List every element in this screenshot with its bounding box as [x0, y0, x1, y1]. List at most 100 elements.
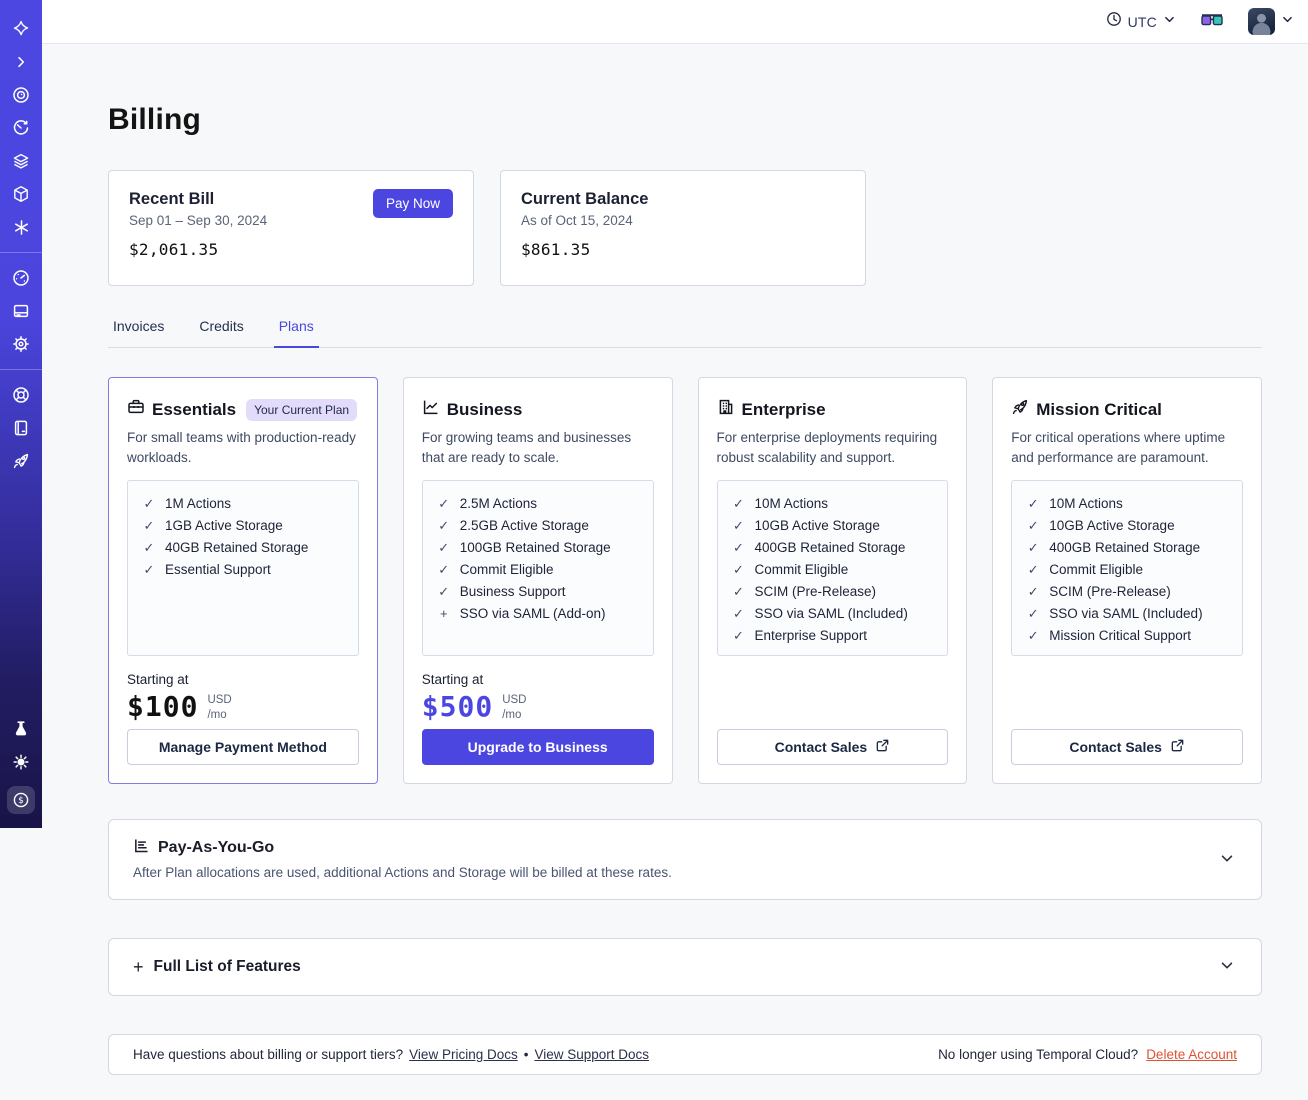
plan-name: Mission Critical	[1036, 399, 1162, 419]
check-icon: ✓	[1027, 518, 1039, 534]
contact-sales-button[interactable]: Contact Sales	[1011, 729, 1243, 765]
feature-text: SCIM (Pre-Release)	[754, 584, 877, 600]
feature-item: ✓ 2.5GB Active Storage	[437, 518, 639, 534]
check-icon: ✓	[733, 540, 744, 556]
plan-currency: USD	[502, 694, 527, 707]
feature-item: ✓ 10GB Active Storage	[1026, 518, 1228, 534]
feature-text: SSO via SAML (Included)	[754, 606, 908, 622]
nexus-asterisk-icon[interactable]	[12, 218, 30, 236]
getting-started-rocket-icon[interactable]	[12, 452, 30, 470]
feature-text: SSO via SAML (Add-on)	[459, 606, 606, 622]
plus-icon: +	[439, 606, 448, 622]
temporal-logo-icon[interactable]	[12, 20, 30, 38]
check-icon: ✓	[143, 562, 155, 578]
timezone-selector[interactable]: UTC	[1106, 11, 1176, 32]
bar-chart-horizontal-icon	[133, 837, 150, 859]
tab-credits[interactable]: Credits	[194, 312, 248, 347]
check-icon: ✓	[438, 584, 450, 600]
external-link-icon	[875, 738, 890, 756]
support-lifering-icon[interactable]	[12, 386, 30, 404]
feature-text: Commit Eligible	[459, 562, 554, 578]
rocket-icon	[1011, 398, 1029, 421]
full-features-title: Full List of Features	[153, 958, 301, 975]
check-icon: ✓	[438, 562, 450, 578]
plan-description: For small teams with production-ready wo…	[127, 430, 356, 465]
plan-card-essentials: Essentials Your Current Plan For small t…	[108, 377, 378, 784]
user-menu[interactable]	[1248, 8, 1294, 35]
feature-text: 1GB Active Storage	[165, 518, 283, 534]
footer-question: Have questions about billing or support …	[133, 1047, 404, 1062]
view-support-docs-link[interactable]: View Support Docs	[534, 1047, 649, 1062]
pay-now-button[interactable]: Pay Now	[372, 189, 453, 218]
plans-row: Essentials Your Current Plan For small t…	[108, 377, 1262, 784]
feature-text: 100GB Retained Storage	[459, 540, 611, 556]
plan-name: Enterprise	[741, 399, 826, 419]
feature-item: ✓ Essential Support	[142, 562, 344, 578]
feature-list: ✓ 10M Actions ✓ 10GB Active Storage ✓ 400GB R…	[732, 496, 934, 644]
feature-item: ✓ Commit Eligible	[1026, 562, 1228, 578]
labs-flask-icon[interactable]	[12, 720, 30, 738]
feature-item: ✓ SSO via SAML (Included)	[732, 606, 934, 622]
check-icon: ✓	[438, 496, 450, 512]
settings-gear-icon[interactable]	[12, 335, 30, 353]
footer-panel: Have questions about billing or support …	[108, 1034, 1262, 1075]
chevron-right-icon[interactable]	[12, 53, 30, 71]
contact-sales-label: Contact Sales	[774, 739, 868, 755]
tab-plans[interactable]: Plans	[273, 312, 319, 348]
feature-text: 400GB Retained Storage	[1049, 540, 1201, 556]
plan-name: Essentials	[152, 399, 237, 419]
view-pricing-docs-link[interactable]: View Pricing Docs	[409, 1047, 518, 1062]
layers-icon[interactable]	[12, 152, 30, 170]
feature-item: ✓ 2.5M Actions	[437, 496, 639, 512]
feature-text: 2.5GB Active Storage	[459, 518, 589, 534]
delete-question: No longer using Temporal Cloud?	[938, 1047, 1139, 1062]
delete-account-link[interactable]: Delete Account	[1146, 1047, 1237, 1062]
sidebar-divider	[0, 369, 42, 370]
manage-payment-method-button[interactable]: Manage Payment Method	[127, 729, 359, 765]
feature-item: ✓ Commit Eligible	[437, 562, 639, 578]
payg-description: After Plan allocations are used, additio…	[133, 865, 672, 880]
upgrade-to-business-button[interactable]: Upgrade to Business	[421, 729, 654, 765]
chevron-down-icon	[1281, 13, 1294, 31]
tab-invoices[interactable]: Invoices	[108, 312, 169, 347]
separator-bullet: •	[523, 1047, 529, 1062]
feature-item: ✓ 40GB Retained Storage	[142, 540, 344, 556]
docs-book-icon[interactable]	[12, 419, 30, 437]
theme-sun-icon[interactable]	[12, 753, 30, 771]
feature-item: ✓ 1GB Active Storage	[142, 518, 344, 534]
feature-item: ✓ Business Support	[437, 584, 639, 600]
expand-payg-button[interactable]	[1215, 846, 1239, 873]
plan-period: /mo	[502, 709, 522, 722]
expand-features-button[interactable]	[1215, 954, 1239, 981]
cube-icon[interactable]	[12, 185, 30, 203]
feature-item: ✓ 10M Actions	[1026, 496, 1228, 512]
page-title: Billing	[108, 103, 202, 136]
feature-text: 1M Actions	[165, 496, 232, 512]
check-icon: ✓	[1027, 628, 1039, 644]
main-content: Billing Recent Bill Sep 01 – Sep 30, 202…	[42, 45, 1308, 1075]
feature-list: ✓ 2.5M Actions ✓ 2.5GB Active Storage ✓ 100GB…	[437, 496, 639, 622]
building-icon	[717, 398, 735, 421]
feature-item: ✓ 100GB Retained Storage	[437, 540, 639, 556]
timezone-label: UTC	[1127, 13, 1157, 30]
billing-panel-icon[interactable]	[12, 302, 30, 320]
payg-title: Pay-As-You-Go	[158, 839, 275, 856]
current-balance-title: Current Balance	[521, 190, 649, 208]
recent-bill-amount: $2,061.35	[129, 240, 219, 259]
usage-gauge-icon[interactable]	[12, 269, 30, 287]
toolbox-icon	[127, 398, 145, 421]
plan-currency: USD	[207, 694, 232, 707]
current-plan-badge: Your Current Plan	[246, 398, 358, 421]
feature-item: ✓ 10GB Active Storage	[732, 518, 934, 534]
feature-item: ✓ SSO via SAML (Included)	[1026, 606, 1228, 622]
billing-dollar-icon[interactable]: $	[7, 786, 35, 814]
schedules-icon[interactable]	[12, 119, 30, 137]
namespaces-icon[interactable]	[12, 86, 30, 104]
contact-sales-label: Contact Sales	[1069, 739, 1162, 755]
3d-glasses-icon[interactable]	[1200, 12, 1224, 32]
top-bar: UTC	[42, 0, 1308, 44]
check-icon: ✓	[1027, 540, 1039, 556]
chart-line-icon	[422, 398, 440, 421]
contact-sales-button[interactable]: Contact Sales	[716, 729, 949, 765]
feature-box: ✓ 10M Actions ✓ 10GB Active Storage ✓ 400GB R…	[1011, 480, 1243, 657]
